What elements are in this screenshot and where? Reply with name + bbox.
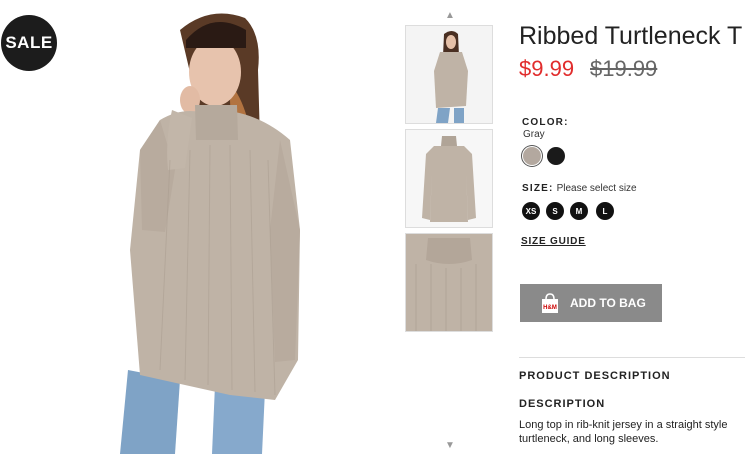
size-row: SIZE: Please select size [522, 183, 637, 194]
thumbnail-detail[interactable] [405, 233, 493, 332]
description-text: Long top in rib-knit jersey in a straigh… [519, 419, 728, 445]
size-label: SIZE: [522, 183, 554, 194]
thumbnail-model-image [406, 26, 492, 123]
description-subheading: DESCRIPTION [519, 398, 606, 410]
product-description-heading[interactable]: PRODUCT DESCRIPTION [519, 370, 671, 382]
thumbnail-front-image [406, 130, 492, 227]
section-divider [519, 357, 745, 358]
color-swatch-gray[interactable] [523, 147, 541, 165]
add-to-bag-label: ADD TO BAG [570, 296, 646, 310]
sale-price: $9.99 [519, 56, 575, 81]
thumbnail-model[interactable] [405, 25, 493, 124]
shopping-bag-icon: H&M [542, 293, 558, 313]
sale-badge: SALE [1, 15, 57, 71]
product-details: Ribbed Turtleneck T $9.99 $19.99 COLOR: … [519, 0, 745, 454]
original-price: $19.99 [590, 56, 658, 81]
size-option-xs[interactable]: XS [522, 202, 540, 220]
product-title: Ribbed Turtleneck T [519, 22, 743, 50]
size-option-l[interactable]: L [596, 202, 614, 220]
size-guide-link[interactable]: SIZE GUIDE [521, 236, 586, 247]
add-to-bag-button[interactable]: H&M ADD TO BAG [520, 284, 662, 322]
size-hint: Please select size [556, 183, 637, 194]
color-label: COLOR: [522, 117, 569, 128]
thumbnails-up-arrow-icon[interactable]: ▲ [443, 10, 457, 21]
main-product-image[interactable]: SALE [0, 0, 395, 454]
selected-color: Gray [523, 129, 545, 140]
size-option-s[interactable]: S [546, 202, 564, 220]
thumbnail-gallery: ▲ ▼ [405, 8, 493, 454]
thumbnail-detail-image [406, 234, 492, 331]
size-option-m[interactable]: M [570, 202, 588, 220]
color-swatch-black[interactable] [547, 147, 565, 165]
thumbnail-front[interactable] [405, 129, 493, 228]
model-photo [0, 0, 300, 454]
thumbnails-down-arrow-icon[interactable]: ▼ [443, 440, 457, 451]
svg-text:H&M: H&M [543, 305, 557, 311]
